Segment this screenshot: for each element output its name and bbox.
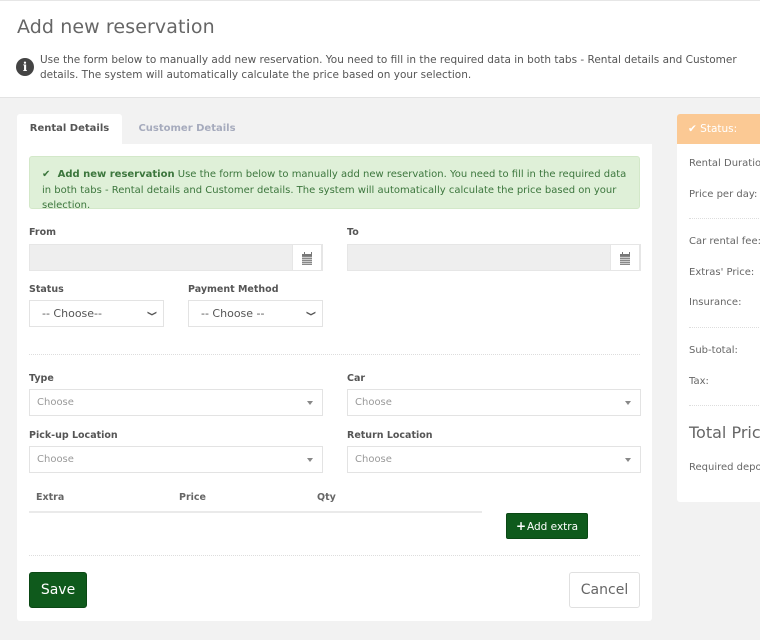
car-rental-fee-label: Car rental fee: bbox=[689, 236, 760, 247]
to-date-input[interactable] bbox=[347, 244, 641, 271]
pickup-location-label: Pick-up Location bbox=[29, 430, 118, 441]
add-extra-label: Add extra bbox=[527, 521, 579, 533]
to-label: To bbox=[347, 227, 359, 238]
subtotal-label: Sub-total: bbox=[689, 345, 738, 356]
calendar-icon bbox=[620, 251, 630, 265]
divider bbox=[689, 405, 760, 406]
extras-column-qty: Qty bbox=[317, 492, 336, 503]
status-select[interactable]: -- Choose-- ❯ bbox=[29, 300, 164, 327]
status-panel: ✔ Status: Rental Duration: Price per day… bbox=[677, 114, 760, 502]
from-label: From bbox=[29, 227, 56, 238]
divider bbox=[29, 354, 640, 355]
tab-rental-details[interactable]: Rental Details bbox=[17, 114, 122, 144]
extras-table-divider bbox=[29, 511, 482, 513]
caret-down-icon bbox=[625, 401, 631, 405]
type-label: Type bbox=[29, 373, 54, 384]
payment-method-select-value: -- Choose -- bbox=[201, 307, 265, 320]
car-select-placeholder: Choose bbox=[355, 397, 392, 408]
save-button[interactable]: Save bbox=[29, 572, 87, 608]
return-location-label: Return Location bbox=[347, 430, 433, 441]
caret-down-icon bbox=[625, 458, 631, 462]
tax-label: Tax: bbox=[689, 376, 709, 387]
chevron-down-icon: ❯ bbox=[146, 310, 157, 317]
from-date-input[interactable] bbox=[29, 244, 323, 271]
type-select[interactable]: Choose bbox=[29, 389, 323, 416]
divider bbox=[689, 218, 760, 219]
caret-down-icon bbox=[307, 458, 313, 462]
page-title: Add new reservation bbox=[17, 16, 215, 38]
status-title: Status: bbox=[700, 123, 738, 135]
tab-customer-details[interactable]: Customer Details bbox=[127, 114, 247, 144]
total-price-label: Total Price bbox=[689, 423, 760, 442]
type-select-placeholder: Choose bbox=[37, 397, 74, 408]
info-icon: i bbox=[16, 58, 34, 76]
plus-icon: + bbox=[515, 519, 527, 533]
payment-method-label: Payment Method bbox=[188, 284, 279, 295]
car-select[interactable]: Choose bbox=[347, 389, 641, 416]
pickup-location-select-placeholder: Choose bbox=[37, 454, 74, 465]
info-text: Use the form below to manually add new r… bbox=[40, 54, 737, 81]
extras-column-extra: Extra bbox=[36, 492, 65, 503]
chevron-down-icon: ❯ bbox=[305, 310, 316, 317]
calendar-icon bbox=[302, 251, 312, 265]
alert-title: Add new reservation bbox=[57, 169, 175, 180]
extras-price-label: Extras' Price: bbox=[689, 267, 755, 278]
rental-details-panel: ✔ Add new reservation Use the form below… bbox=[17, 144, 652, 621]
cancel-button[interactable]: Cancel bbox=[569, 572, 640, 608]
return-location-select-placeholder: Choose bbox=[355, 454, 392, 465]
required-deposit-label: Required deposit: bbox=[689, 462, 760, 473]
check-icon: ✔ bbox=[688, 123, 697, 135]
page-header: Add new reservation i Use the form below… bbox=[0, 0, 760, 98]
car-label: Car bbox=[347, 373, 366, 384]
check-icon: ✔ bbox=[42, 169, 51, 180]
divider bbox=[689, 327, 760, 328]
caret-down-icon bbox=[307, 401, 313, 405]
status-select-value: -- Choose-- bbox=[42, 307, 102, 320]
payment-method-select[interactable]: -- Choose -- ❯ bbox=[188, 300, 323, 327]
status-header: ✔ Status: bbox=[677, 114, 760, 144]
success-alert: ✔ Add new reservation Use the form below… bbox=[29, 156, 640, 211]
from-calendar-button[interactable] bbox=[292, 244, 322, 271]
divider bbox=[29, 555, 640, 556]
status-label: Status bbox=[29, 284, 64, 295]
price-per-day-label: Price per day: bbox=[689, 189, 758, 200]
to-calendar-button[interactable] bbox=[610, 244, 640, 271]
insurance-label: Insurance: bbox=[689, 297, 742, 308]
rental-duration-label: Rental Duration: bbox=[689, 158, 760, 169]
pickup-location-select[interactable]: Choose bbox=[29, 446, 323, 473]
return-location-select[interactable]: Choose bbox=[347, 446, 641, 473]
extras-column-price: Price bbox=[179, 492, 206, 503]
add-extra-button[interactable]: +Add extra bbox=[506, 513, 588, 539]
